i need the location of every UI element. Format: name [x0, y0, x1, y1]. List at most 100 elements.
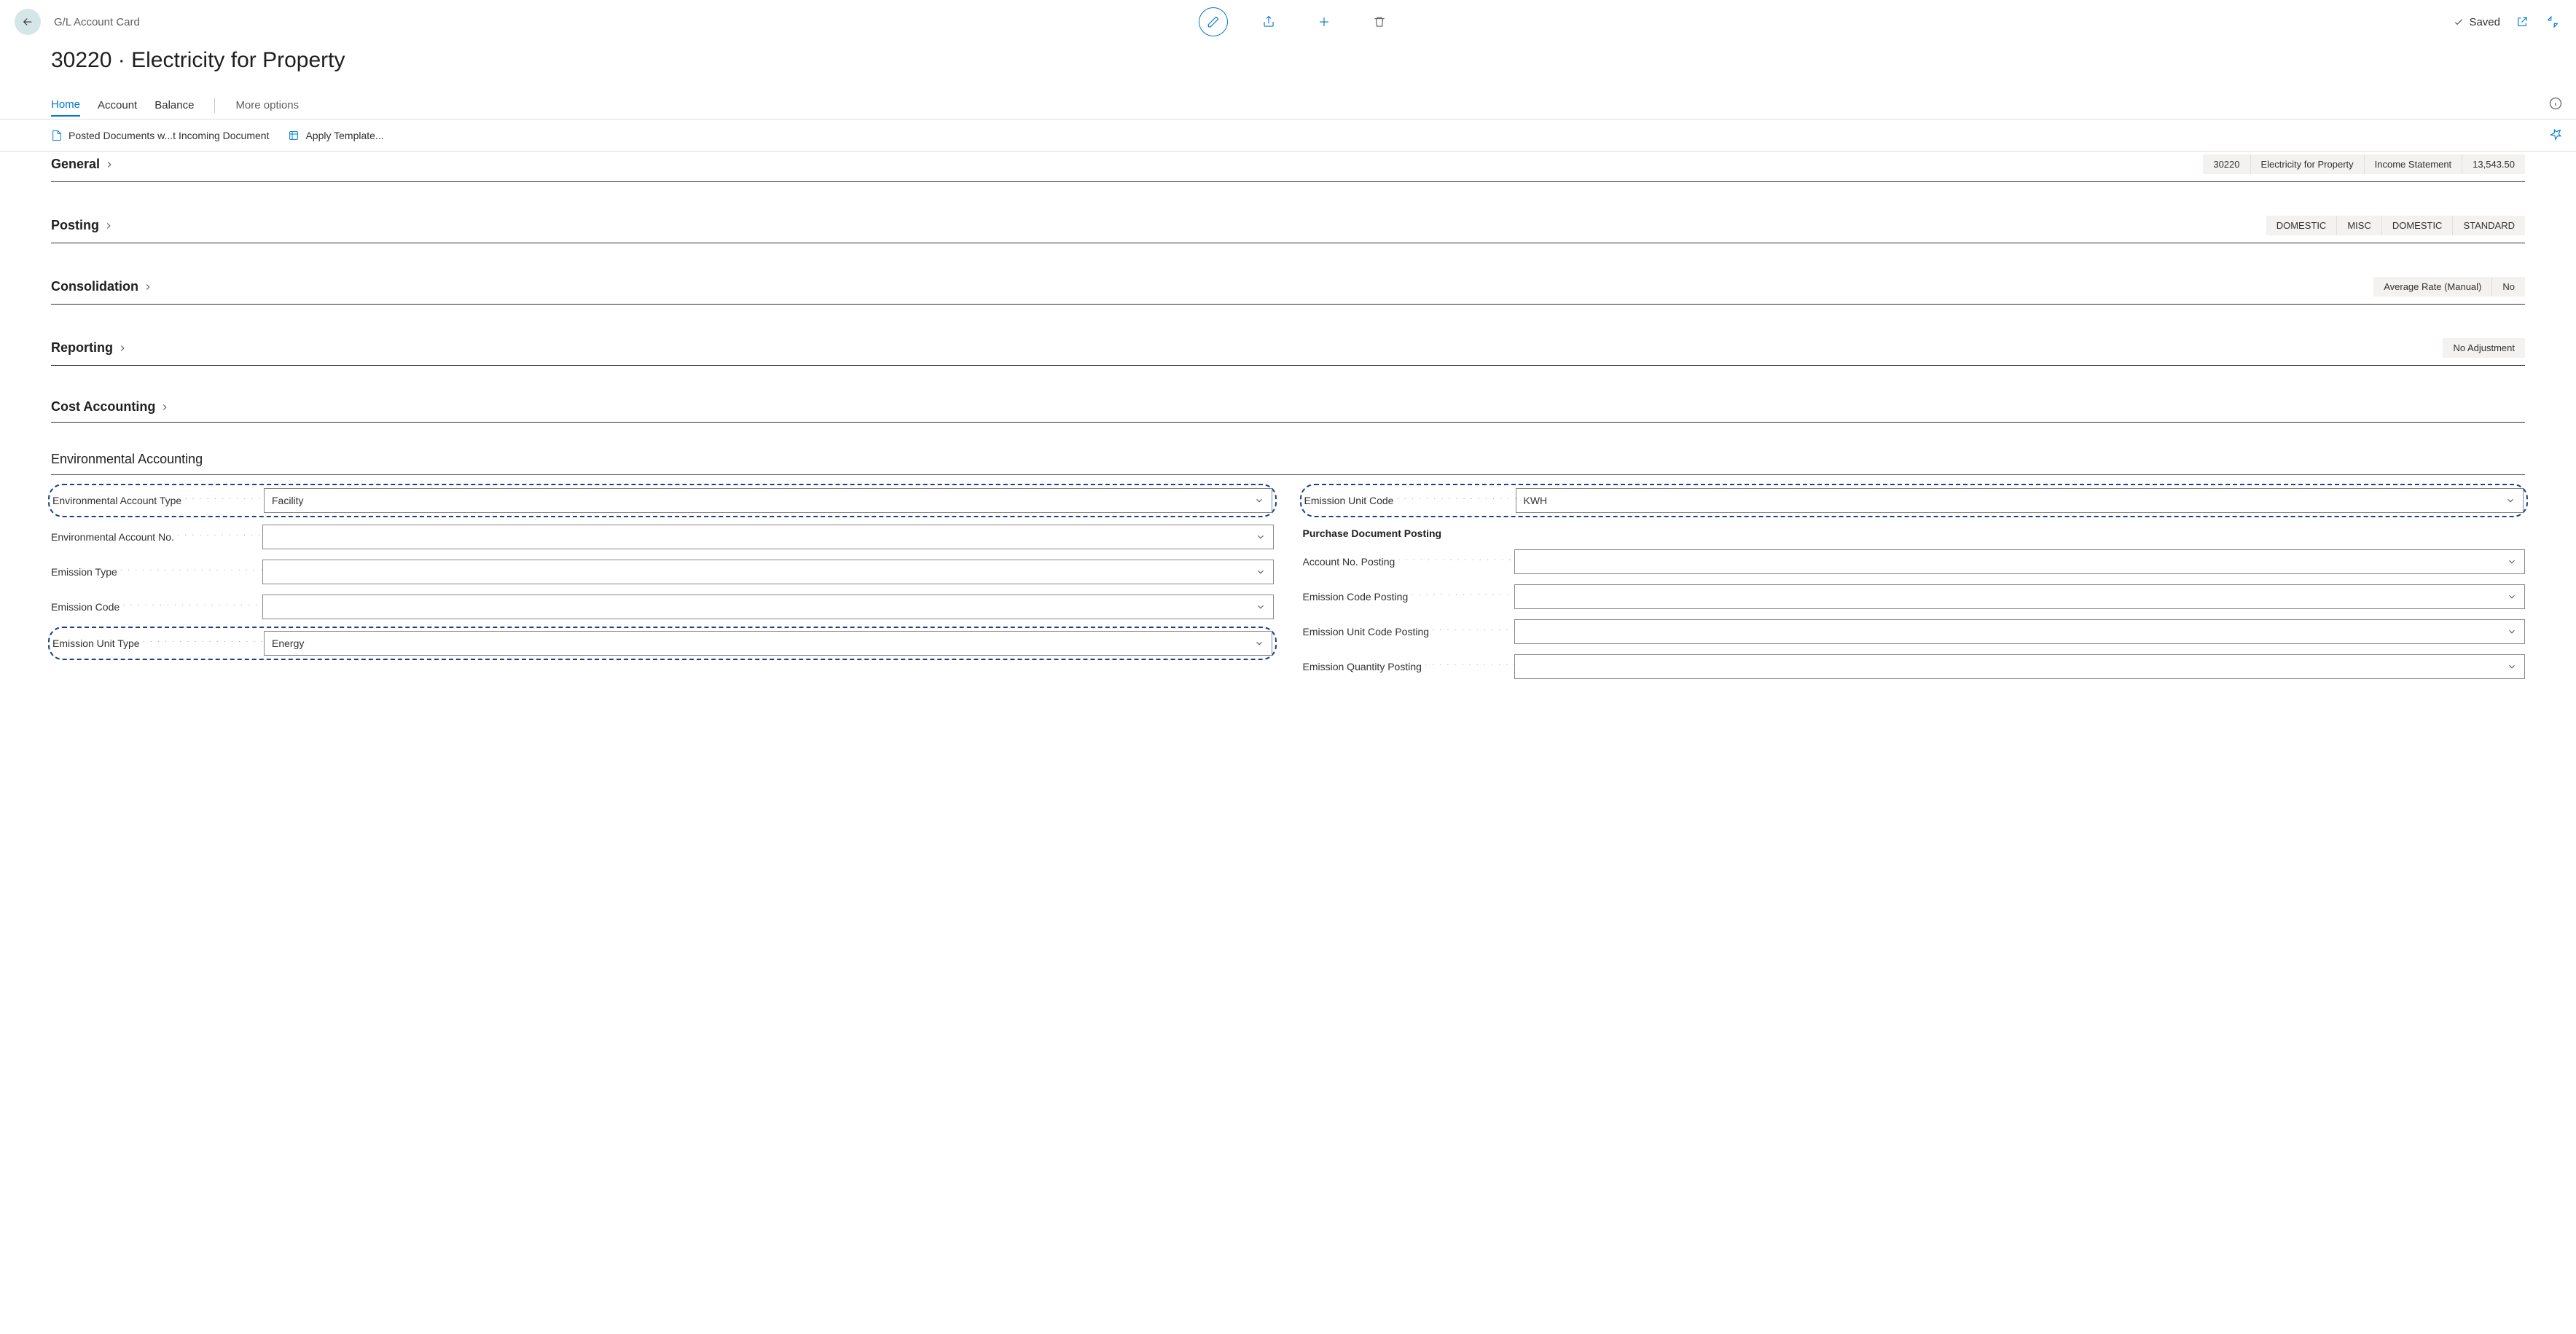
action-label: Posted Documents w...t Incoming Document: [68, 130, 269, 141]
fasttab-title-text: General: [51, 157, 100, 172]
actions-row: Posted Documents w...t Incoming Document…: [0, 119, 2576, 152]
field-emission-code-posting: Emission Code Posting: [1303, 583, 2526, 611]
fasttab-reporting: Reporting No Adjustment: [51, 325, 2525, 366]
info-icon: [2548, 96, 2563, 111]
fasttab-title-text: Posting: [51, 218, 99, 233]
dropdown-emission-type[interactable]: [262, 560, 1274, 584]
content-area: General 30220 Electricity for Property I…: [0, 152, 2576, 1334]
dropdown-env-account-type[interactable]: Facility: [264, 488, 1272, 513]
fasttab-header-posting[interactable]: Posting DOMESTIC MISC DOMESTIC STANDARD: [51, 203, 2525, 243]
tab-account[interactable]: Account: [98, 95, 137, 116]
action-apply-template[interactable]: Apply Template...: [288, 130, 383, 141]
fasttab-header-reporting[interactable]: Reporting No Adjustment: [51, 325, 2525, 366]
dropdown-env-account-no[interactable]: [262, 525, 1274, 549]
field-label: Emission Unit Code Posting: [1303, 626, 1514, 637]
chevron-right-icon: [143, 282, 153, 292]
delete-button[interactable]: [1365, 7, 1394, 36]
pin-button[interactable]: [2550, 127, 2563, 143]
chevron-down-icon: [1256, 532, 1266, 542]
field-value: KWH: [1524, 495, 1548, 506]
summary-tag: Income Statement: [2364, 154, 2462, 174]
plus-icon: [1318, 15, 1331, 28]
topbar: G/L Account Card Saved: [0, 0, 2576, 44]
field-value: Energy: [272, 637, 304, 649]
summary-tags: 30220 Electricity for Property Income St…: [2203, 154, 2525, 174]
dropdown-emission-quantity-posting[interactable]: [1514, 654, 2526, 679]
chevron-right-icon: [104, 160, 114, 170]
toolbar-right: Saved: [2453, 13, 2561, 31]
summary-tag: Average Rate (Manual): [2373, 277, 2491, 297]
summary-tag: Electricity for Property: [2250, 154, 2364, 174]
dropdown-emission-unit-type[interactable]: Energy: [264, 631, 1272, 656]
info-button[interactable]: [2548, 96, 2563, 113]
summary-tag: MISC: [2336, 216, 2381, 235]
highlight-emission-unit-code: Emission Unit Code KWH: [1300, 484, 2529, 517]
chevron-down-icon: [1256, 602, 1266, 612]
chevron-right-icon: [103, 221, 114, 231]
tab-home[interactable]: Home: [51, 94, 80, 117]
summary-tags: No Adjustment: [2443, 338, 2525, 358]
tab-more-options[interactable]: More options: [235, 95, 299, 116]
field-label: Emission Unit Code: [1304, 495, 1516, 506]
summary-tag: DOMESTIC: [2266, 216, 2337, 235]
dropdown-emission-unit-code[interactable]: KWH: [1516, 488, 2524, 513]
chevron-down-icon: [1256, 567, 1266, 577]
summary-tags: DOMESTIC MISC DOMESTIC STANDARD: [2266, 216, 2525, 235]
field-env-account-type: Environmental Account Type Facility: [52, 487, 1272, 514]
field-emission-unit-type: Emission Unit Type Energy: [52, 629, 1272, 657]
tab-balance[interactable]: Balance: [154, 95, 194, 116]
chevron-down-icon: [2507, 627, 2517, 637]
back-button[interactable]: [15, 9, 41, 35]
field-emission-code: Emission Code: [51, 593, 1274, 621]
field-emission-unit-code: Emission Unit Code KWH: [1304, 487, 2524, 514]
dropdown-account-no-posting[interactable]: [1514, 549, 2526, 574]
field-label: Environmental Account Type: [52, 495, 264, 506]
edit-button[interactable]: [1199, 7, 1228, 36]
share-icon: [1262, 15, 1275, 28]
chevron-down-icon: [2507, 592, 2517, 602]
dropdown-emission-code[interactable]: [262, 595, 1274, 619]
fasttab-consolidation: Consolidation Average Rate (Manual) No: [51, 264, 2525, 305]
dropdown-emission-unit-code-posting[interactable]: [1514, 619, 2526, 644]
fasttab-posting: Posting DOMESTIC MISC DOMESTIC STANDARD: [51, 203, 2525, 243]
check-icon: [2453, 16, 2465, 28]
chevron-right-icon: [117, 343, 128, 353]
summary-tag: STANDARD: [2452, 216, 2525, 235]
share-button[interactable]: [1254, 7, 1283, 36]
field-label: Emission Type: [51, 566, 262, 578]
fasttab-title-text: Cost Accounting: [51, 399, 155, 415]
template-icon: [288, 130, 300, 141]
fasttab-title-text: Reporting: [51, 340, 113, 356]
field-label: Emission Code: [51, 601, 262, 613]
summary-tag: 30220: [2203, 154, 2250, 174]
dropdown-emission-code-posting[interactable]: [1514, 584, 2526, 609]
field-label: Emission Quantity Posting: [1303, 661, 1514, 672]
breadcrumb: G/L Account Card: [54, 16, 140, 28]
summary-tags: Average Rate (Manual) No: [2373, 277, 2525, 297]
form-col-left: Environmental Account Type Facility Envi…: [51, 485, 1274, 680]
popout-button[interactable]: [2513, 13, 2531, 31]
chevron-right-icon: [160, 402, 170, 412]
chevron-down-icon: [2507, 557, 2517, 567]
arrow-left-icon: [21, 15, 34, 28]
fasttab-header-consolidation[interactable]: Consolidation Average Rate (Manual) No: [51, 264, 2525, 305]
fasttab-environmental-accounting: Environmental Accounting Environmental A…: [51, 452, 2525, 680]
fasttab-header-general[interactable]: General 30220 Electricity for Property I…: [51, 152, 2525, 182]
saved-text: Saved: [2469, 16, 2500, 28]
chevron-down-icon: [1254, 638, 1264, 648]
highlight-emission-unit-type: Emission Unit Type Energy: [48, 627, 1277, 660]
popout-icon: [2516, 15, 2529, 28]
toolbar-center: [140, 7, 2454, 36]
tab-separator: [214, 98, 215, 113]
field-emission-unit-code-posting: Emission Unit Code Posting: [1303, 618, 2526, 646]
field-emission-quantity-posting: Emission Quantity Posting: [1303, 653, 2526, 680]
fasttab-header-cost-accounting[interactable]: Cost Accounting: [51, 386, 2525, 423]
fasttab-cost-accounting: Cost Accounting: [51, 386, 2525, 423]
tabs-row: Home Account Balance More options: [0, 92, 2576, 119]
new-button[interactable]: [1309, 7, 1339, 36]
highlight-env-account-type: Environmental Account Type Facility: [48, 484, 1277, 517]
action-posted-documents[interactable]: Posted Documents w...t Incoming Document: [51, 130, 269, 141]
collapse-button[interactable]: [2544, 13, 2561, 31]
chevron-down-icon: [2507, 662, 2517, 672]
field-account-no-posting: Account No. Posting: [1303, 548, 2526, 576]
